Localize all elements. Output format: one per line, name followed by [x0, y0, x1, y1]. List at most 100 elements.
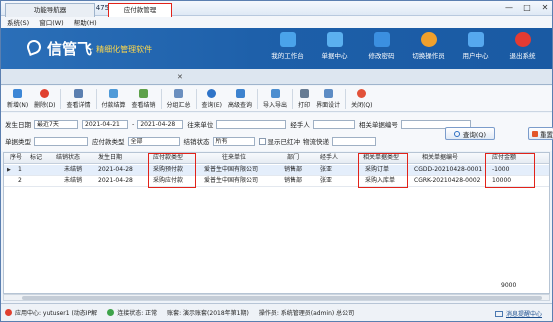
view-detail-button[interactable]: 查看详情: [63, 89, 93, 111]
view-settle-button[interactable]: 查看结销: [129, 89, 159, 111]
toolbar-label: 查询(E): [201, 102, 223, 109]
nav-workbench[interactable]: 我的工作台: [264, 32, 311, 60]
horizontal-scrollbar[interactable]: [3, 294, 550, 301]
header-cell[interactable]: 发生日期: [98, 153, 122, 163]
date-to-field[interactable]: 2021-04-28: [137, 119, 184, 129]
brand-name: 信管飞: [47, 40, 93, 58]
query-icon: [207, 89, 217, 98]
tab-payables[interactable]: 应付款管理: [108, 3, 172, 17]
nav-switch-operator[interactable]: 切换操作员: [405, 32, 452, 60]
tab-label: 功能导航器: [33, 6, 67, 14]
doc-type-field[interactable]: [34, 136, 88, 146]
power-icon: [514, 32, 531, 47]
header-cell[interactable]: 经手人: [320, 153, 338, 163]
app-center-icon: [5, 309, 12, 316]
logistics-field[interactable]: [332, 136, 376, 146]
table-row[interactable]: ▶ 1 未结销 2021-04-28 采购预付款 爱普生中国有限公司 销售部 张…: [4, 165, 549, 176]
row-cell: 2: [18, 177, 22, 184]
tab-function-navigator[interactable]: 功能导航器: [5, 3, 95, 17]
query-tool-button[interactable]: 查询(E): [199, 89, 225, 111]
status-app-center: 应用中心: yutuser1 (动态IP解: [5, 308, 97, 317]
header-cell[interactable]: 往来单位: [222, 153, 246, 163]
toolbar-label: 关闭(Q): [351, 102, 373, 109]
print-button[interactable]: 打印: [295, 89, 313, 111]
date-range-select[interactable]: 最近7天: [34, 119, 78, 129]
monitor-icon: [279, 32, 296, 47]
date-label: 发生日期: [5, 121, 31, 129]
filter-row-1: 发生日期 最近7天 2021-04-21 - 2021-04-28 往来单位 经…: [5, 119, 475, 129]
toolbar-label: 查看详情: [66, 102, 91, 109]
minimize-icon[interactable]: —: [504, 3, 514, 13]
advanced-query-button[interactable]: 高级查询: [225, 89, 255, 111]
nav-label: 修改密码: [368, 52, 395, 60]
ap-type-select[interactable]: 全部: [127, 136, 180, 146]
header-cell[interactable]: 序号: [10, 153, 22, 163]
reset-button[interactable]: 重置: [528, 127, 553, 140]
nav-change-password[interactable]: 修改密码: [358, 32, 405, 60]
show-red-checkbox[interactable]: [258, 137, 266, 145]
close-page-button[interactable]: 关闭(Q): [348, 89, 375, 111]
scrollbar-thumb[interactable]: [22, 296, 542, 300]
nav-user-center[interactable]: 用户中心: [452, 32, 499, 60]
design-icon: [323, 89, 333, 98]
date-range-value: 最近7天: [37, 120, 59, 128]
status-operator-text: 操作员: 系统管理员(admin) 总公司: [258, 310, 355, 317]
date-from-field[interactable]: 2021-04-21: [82, 119, 128, 129]
maximize-icon[interactable]: □: [522, 3, 532, 13]
status-app-center-text: 应用中心: yutuser1 (动态IP解: [15, 310, 98, 317]
app-window: 信管飞RMS专业版 V9.2.475 — □ ✕ 系统(S) 窗口(W) 帮助(…: [0, 0, 553, 322]
row-cell: CGDD-20210428-0001: [414, 166, 483, 173]
header-cell[interactable]: 结销状态: [56, 153, 80, 163]
query-button[interactable]: 查询(Q): [445, 127, 495, 140]
toolbar-label: 新增(N): [7, 102, 29, 109]
ap-type-value: 全部: [130, 137, 143, 145]
tab-close-icon[interactable]: ✕: [177, 73, 183, 81]
header-cell[interactable]: 相关单据编号: [422, 153, 458, 163]
row-cell: 销售部: [284, 166, 303, 173]
new-button[interactable]: 新增(N): [4, 89, 31, 111]
new-icon: [13, 89, 23, 98]
toolbar-label: 删除(D): [34, 102, 56, 109]
row-cell: 爱普生中国有限公司: [204, 166, 259, 173]
unit-field[interactable]: [216, 119, 287, 129]
filter-row-2: 单据类型 应付款类型 全部 结销状态 所有 显示已红冲 物流快递: [5, 136, 380, 146]
header-cell[interactable]: 部门: [287, 153, 299, 163]
toolbar-separator: [160, 89, 162, 109]
switch-user-icon: [420, 32, 437, 47]
query-button-label: 查询(Q): [462, 130, 487, 139]
tab-strip: [1, 69, 552, 85]
document-list-icon: [326, 32, 343, 47]
date-separator: -: [132, 120, 135, 128]
handler-label: 经手人: [290, 121, 310, 129]
toolbar-separator: [292, 89, 294, 109]
ap-type-label: 应付款类型: [92, 138, 125, 146]
delete-button[interactable]: 删除(D): [31, 89, 58, 111]
toolbar: 新增(N) 删除(D) 查看详情 付款结算 查看结销 分组汇总 查询(E) 高级…: [1, 86, 552, 112]
table-row[interactable]: 2 未结销 2021-04-28 采购应付款 爱普生中国有限公司 销售部 张亚 …: [4, 176, 549, 187]
settle-select[interactable]: 所有: [212, 136, 255, 146]
close-window-icon[interactable]: ✕: [540, 3, 550, 13]
print-icon: [299, 89, 309, 98]
nav-document-center[interactable]: 单据中心: [311, 32, 358, 60]
table-header: 序号 标记 结销状态 发生日期 应付款类型 往来单位 部门 经手人 相关单据类型…: [4, 153, 549, 164]
tab-label: 应付款管理: [123, 6, 157, 14]
row-cell: 爱普生中国有限公司: [204, 177, 259, 184]
highlight-ref-type-column: [358, 153, 408, 188]
nav-exit[interactable]: 退出系统: [499, 32, 546, 60]
connected-icon: [107, 309, 115, 316]
import-export-button[interactable]: 导入导出: [260, 89, 290, 111]
ui-design-button[interactable]: 界面设计: [313, 89, 343, 111]
status-connection-text: 连接状态: 正常: [117, 310, 158, 317]
reset-icon: [532, 130, 538, 137]
search-icon: [453, 130, 460, 137]
group-summary-button[interactable]: 分组汇总: [164, 89, 194, 111]
toolbar-separator: [60, 89, 62, 109]
payment-settle-button[interactable]: 付款结算: [99, 89, 129, 111]
header-cell[interactable]: 标记: [30, 153, 42, 163]
menu-window[interactable]: 窗口(W): [39, 17, 64, 27]
handler-field[interactable]: [312, 119, 355, 129]
menu-system[interactable]: 系统(S): [7, 17, 29, 27]
toolbar-separator: [195, 89, 197, 109]
menu-help[interactable]: 帮助(H): [74, 17, 97, 27]
message-center-link[interactable]: 消息提醒中心: [494, 309, 542, 318]
